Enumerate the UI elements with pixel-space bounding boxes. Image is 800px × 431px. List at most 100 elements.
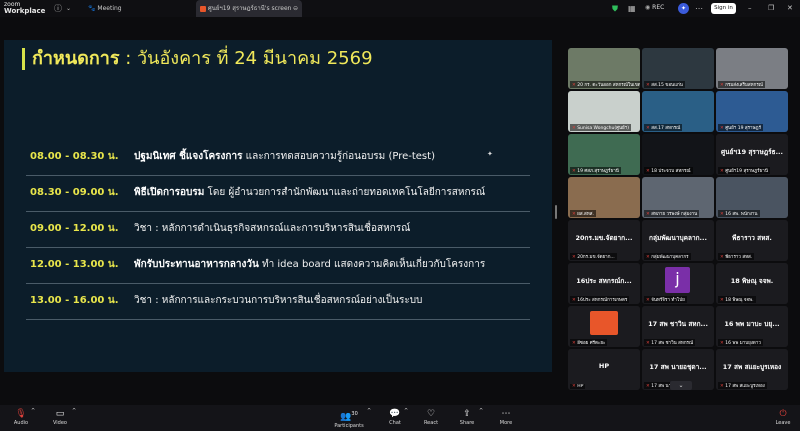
participant-name: ศูนย์ฯ 19 สุราษฎร์	[725, 126, 761, 131]
participant-tile[interactable]: 20กร.มข.จัดยาก... ✕ 20กร.มข.จัดยาก...	[568, 220, 640, 261]
participant-tile[interactable]: ✕ 19 ศสภ.สุราษฎร์ธานี	[568, 134, 640, 175]
participant-tile[interactable]: ✕ สส.15 ขอนแก่น	[642, 48, 714, 89]
schedule-desc: ปฐมนิเทศ ชี้แจงโครงการ และการทดสอบความรู…	[134, 139, 435, 175]
gallery-next-button[interactable]: ⌄	[670, 381, 692, 390]
participant-tile[interactable]: 17 สพ ชาวิน สหก... ✕ 17 สพ ชาวิน สหกรณ์	[642, 306, 714, 347]
participants-icon: 👥30	[340, 411, 358, 422]
participant-display-name: 16 พพ มาบะ บยุ...	[724, 320, 780, 328]
share-arrow-icon: ⇪	[463, 409, 471, 419]
participant-tile[interactable]: HP ✕ HP	[568, 349, 640, 390]
tab-screen[interactable]: ศูนย์ฯ19 สุราษฎร์ธานี's screen ⊖	[196, 0, 302, 17]
participant-tile[interactable]: พีธาราว สหส. ✕ พีธาราว สหส.	[716, 220, 788, 261]
chat-icon: 💬	[389, 409, 401, 419]
participant-display-name: HP	[598, 362, 610, 370]
participant-tile[interactable]: ✕ จันทร์จิรา ทำโป่ย j	[642, 263, 714, 304]
schedule-desc: วิชา : หลักการและกระบวนการบริหารสินเชื่อ…	[134, 283, 422, 319]
participant-name-label: ✕ 17 สพ สแยะบูรเหอง	[718, 382, 767, 389]
schedule-desc-bold: ปฐมนิเทศ ชี้แจงโครงการ	[134, 151, 243, 162]
leave-button[interactable]: ⏻ Leave	[772, 408, 794, 426]
participant-name-label: ✕ กลุ่มพัฒนาบุคลากร	[644, 253, 691, 260]
participant-display-name: พีธาราว สหส.	[732, 234, 772, 242]
participant-name-label: ✕ 16 พพ มาบยุงดาว	[718, 339, 763, 346]
participant-tile[interactable]: ✕ ผส.สหส.	[568, 177, 640, 218]
participant-tile[interactable]: ✕ 20 กร. ตะวันออก สหกรณ์ในเขต	[568, 48, 640, 89]
participant-name-label: ✕ สส.15 ขอนแก่น	[644, 81, 685, 88]
more-label: More	[499, 420, 513, 426]
audio-options-caret[interactable]: ^	[31, 408, 35, 414]
participant-tile[interactable]: ✕ 18 ประจวบ สหกรณ์	[642, 134, 714, 175]
participant-name-label: ✕ 16ประ สหกรณ์การเกษตร	[570, 296, 630, 303]
participant-tile[interactable]: กลุ่มพัฒนาบุคลาก... ✕ กลุ่มพัฒนาบุคลากร	[642, 220, 714, 261]
record-icon: ◉	[645, 4, 651, 11]
chat-options-caret[interactable]: ^	[404, 408, 408, 414]
participant-name-label: ✕ 19 ศสภ.สุราษฎร์ธานี	[570, 167, 621, 174]
tab-menu-icon[interactable]: ⊖	[293, 0, 298, 17]
schedule-desc-text: โดย ผู้อำนวยการสำนักพัฒนาและถ่ายทอดเทคโน…	[204, 187, 486, 198]
sign-in-button[interactable]: Sign in	[711, 3, 736, 14]
minimize-icon[interactable]: –	[748, 3, 752, 13]
maximize-icon[interactable]: ❐	[768, 3, 774, 13]
video-button[interactable]: ▭ Video	[49, 408, 71, 426]
meeting-controls: 🎙 Audio ^ ▭ Video ^ 👥30 Participants ^ 💬…	[0, 405, 800, 431]
participant-tile[interactable]: ✕ Sunisa Wongchu(ศูนย์ฯ)	[568, 91, 640, 132]
schedule-row: 08.00 - 08.30 น. ปฐมนิเทศ ชี้แจงโครงการ …	[26, 139, 530, 176]
participant-name-label: ✕ 18 พิษณุ จจพ.	[718, 296, 756, 303]
slide-title-bold: กำหนดการ	[32, 48, 120, 69]
share-label: Share	[459, 420, 475, 426]
participant-name: Sunisa Wongchu(ศูนย์ฯ)	[577, 126, 629, 131]
participant-name-label: ✕ 20 กร. ตะวันออก สหกรณ์ในเขต	[570, 81, 640, 88]
apps-icon[interactable]: ▦	[628, 4, 636, 13]
video-options-caret[interactable]: ^	[72, 408, 76, 414]
info-icon[interactable]: ⓘ	[54, 4, 62, 13]
participant-display-name: 17 สพ ชาวิน สหก...	[648, 320, 708, 328]
participant-display-name: 18 พิษณุ จจพ.	[730, 277, 774, 285]
participant-name: 19 ศสภ.สุราษฎร์ธานี	[577, 169, 619, 174]
more-button[interactable]: ⋯ More	[496, 408, 516, 426]
zoom-logo: zoom Workplace	[4, 1, 45, 15]
participant-tile[interactable]: ✕ กรมส่งเสริมสหกรณ์	[716, 48, 788, 89]
participant-name: อีซอย ศรีตะยะ	[577, 341, 606, 346]
participant-name: สส.17 สหกรณ์	[651, 126, 681, 131]
rec-label: REC	[652, 4, 665, 11]
shield-icon[interactable]: ⛊	[612, 4, 618, 13]
participant-name: พีธาราว สหส.	[725, 255, 753, 260]
participant-name-label: ✕ ศูนย์ฯ19 สุราษฎร์ธานี	[718, 167, 770, 174]
chat-button[interactable]: 💬 Chat	[386, 408, 404, 426]
splitter-handle[interactable]	[555, 205, 557, 219]
schedule-time: 13.00 - 16.00 น.	[30, 295, 119, 306]
participant-name: 20 กร. ตะวันออก สหกรณ์ในเขต	[577, 83, 640, 88]
participant-tile[interactable]: 16 พพ มาบะ บยุ... ✕ 16 พพ มาบยุงดาว	[716, 306, 788, 347]
tab-meeting[interactable]: 🐾 Meeting	[88, 0, 188, 17]
participant-tile[interactable]: ✕ สหภาย วรพงษ์ กลุ่มงาน	[642, 177, 714, 218]
react-label: React	[423, 420, 439, 426]
participant-tile[interactable]: 17 สพ สแยะบูรเหอง ✕ 17 สพ สแยะบูรเหอง	[716, 349, 788, 390]
participant-tile[interactable]: 18 พิษณุ จจพ. ✕ 18 พิษณุ จจพ.	[716, 263, 788, 304]
chat-label: Chat	[389, 420, 401, 426]
audio-label: Audio	[13, 420, 29, 426]
schedule-row: 12.00 - 13.00 น. พักรับประทานอาหารกลางวั…	[26, 247, 530, 284]
participant-tile[interactable]: ✕ 16 สพ. พนักงาน	[716, 177, 788, 218]
overflow-icon[interactable]: ⋯	[695, 4, 703, 13]
participants-options-caret[interactable]: ^	[367, 408, 371, 414]
participant-tile[interactable]: ✕ สส.17 สหกรณ์	[642, 91, 714, 132]
participant-tile[interactable]: 16ประ สหกรณ์ก... ✕ 16ประ สหกรณ์การเกษตร	[568, 263, 640, 304]
react-button[interactable]: ♡ React	[421, 408, 441, 426]
participant-tile[interactable]: ✕ อีซอย ศรีตะยะ	[568, 306, 640, 347]
share-button[interactable]: ⇪ Share	[457, 408, 477, 426]
close-icon[interactable]: ✕	[787, 3, 793, 13]
audio-button[interactable]: 🎙 Audio	[10, 408, 32, 426]
participant-name: ศูนย์ฯ19 สุราษฎร์ธานี	[725, 169, 768, 174]
participant-name: 17 สพ ชาวิน สหกรณ์	[651, 341, 694, 346]
participants-button[interactable]: 👥30 Participants	[333, 408, 365, 429]
ai-companion-icon[interactable]: ✦	[678, 3, 689, 14]
rec-indicator[interactable]: ◉ REC	[645, 3, 664, 13]
participant-tile[interactable]: ศูนย์ฯ19 สุราษฎร์ธ... ✕ ศูนย์ฯ19 สุราษฎร์…	[716, 134, 788, 175]
participant-name: HP	[577, 384, 584, 389]
slide-title: กำหนดการ : วันอังคาร ที่ 24 มีนาคม 2569	[22, 48, 373, 70]
schedule-desc: พิธีเปิดการอบรม โดย ผู้อำนวยการสำนักพัฒน…	[134, 175, 485, 211]
participant-tile[interactable]: ✕ ศูนย์ฯ 19 สุราษฎร์	[716, 91, 788, 132]
chevron-down-icon[interactable]: ⌄	[66, 4, 71, 13]
participant-name-label: ✕ HP	[570, 384, 586, 389]
share-options-caret[interactable]: ^	[479, 408, 483, 414]
participant-display-name: 17 สพ นายอชุดา...	[649, 363, 707, 371]
